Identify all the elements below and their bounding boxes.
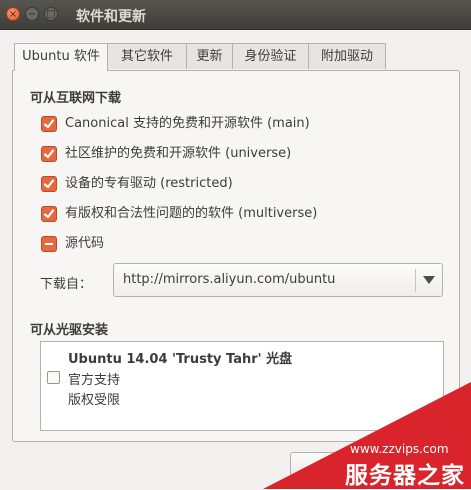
- cdrom-disc-name: Ubuntu 14.04 'Trusty Tahr' 光盘: [68, 352, 293, 367]
- source-universe-label: 社区维护的免费和开源软件 (universe): [65, 146, 292, 161]
- cdrom-list: Ubuntu 14.04 'Trusty Tahr' 光盘 官方支持 版权受限: [40, 341, 444, 431]
- source-code-label: 源代码: [65, 236, 105, 251]
- tab-updates[interactable]: 更新: [186, 43, 233, 69]
- source-multiverse-checkbox[interactable]: [41, 206, 57, 222]
- maximize-button[interactable]: □: [44, 7, 58, 21]
- source-code-checkbox[interactable]: [41, 236, 57, 252]
- internet-section-title: 可从互联网下载: [30, 91, 122, 106]
- download-server-combo[interactable]: http://mirrors.aliyun.com/ubuntu: [113, 263, 443, 297]
- close-icon: ×: [8, 9, 18, 20]
- combo-separator: [415, 269, 416, 292]
- source-restricted-checkbox[interactable]: [41, 176, 57, 192]
- source-multiverse-label: 有版权和合法性问题的的软件 (multiverse): [65, 206, 318, 221]
- source-restricted-label: 设备的专有驱动 (restricted): [65, 176, 233, 191]
- title-bar: × − □ 软件和更新: [0, 0, 471, 30]
- download-server-value: http://mirrors.aliyun.com/ubuntu: [123, 272, 336, 287]
- watermark-name: 服务器之家: [345, 463, 465, 489]
- cdrom-line-restricted: 版权受限: [68, 393, 121, 408]
- checkmark-icon: [43, 149, 55, 159]
- cdrom-line-official: 官方支持: [68, 373, 121, 388]
- cdrom-section-title: 可从光驱安装: [30, 323, 109, 338]
- cdrom-checkbox[interactable]: [47, 371, 60, 384]
- tab-authentication[interactable]: 身份验证: [232, 43, 309, 69]
- minimize-icon: −: [27, 9, 37, 20]
- ubuntu-software-panel: 可从互联网下载 Canonical 支持的免费和开源软件 (main) 社区维护…: [12, 70, 460, 442]
- source-universe-checkbox[interactable]: [41, 146, 57, 162]
- window-title: 软件和更新: [76, 9, 146, 25]
- download-from-label: 下载自：: [40, 277, 93, 292]
- watermark-url: www.zzvips.com: [350, 442, 449, 456]
- minimize-button[interactable]: −: [25, 7, 39, 21]
- tab-other-software[interactable]: 其它软件: [107, 43, 187, 69]
- checkmark-icon: [43, 209, 55, 219]
- close-button[interactable]: ×: [6, 7, 20, 21]
- tab-additional-drivers[interactable]: 附加驱动: [308, 43, 386, 69]
- checkmark-icon: [43, 119, 55, 129]
- dropdown-arrow-icon[interactable]: [423, 276, 435, 284]
- source-main-checkbox[interactable]: [41, 116, 57, 132]
- source-main-label: Canonical 支持的免费和开源软件 (main): [65, 116, 310, 131]
- maximize-icon: □: [46, 9, 56, 20]
- checkmark-icon: [43, 179, 55, 189]
- tab-ubuntu-software[interactable]: Ubuntu 软件: [14, 43, 108, 71]
